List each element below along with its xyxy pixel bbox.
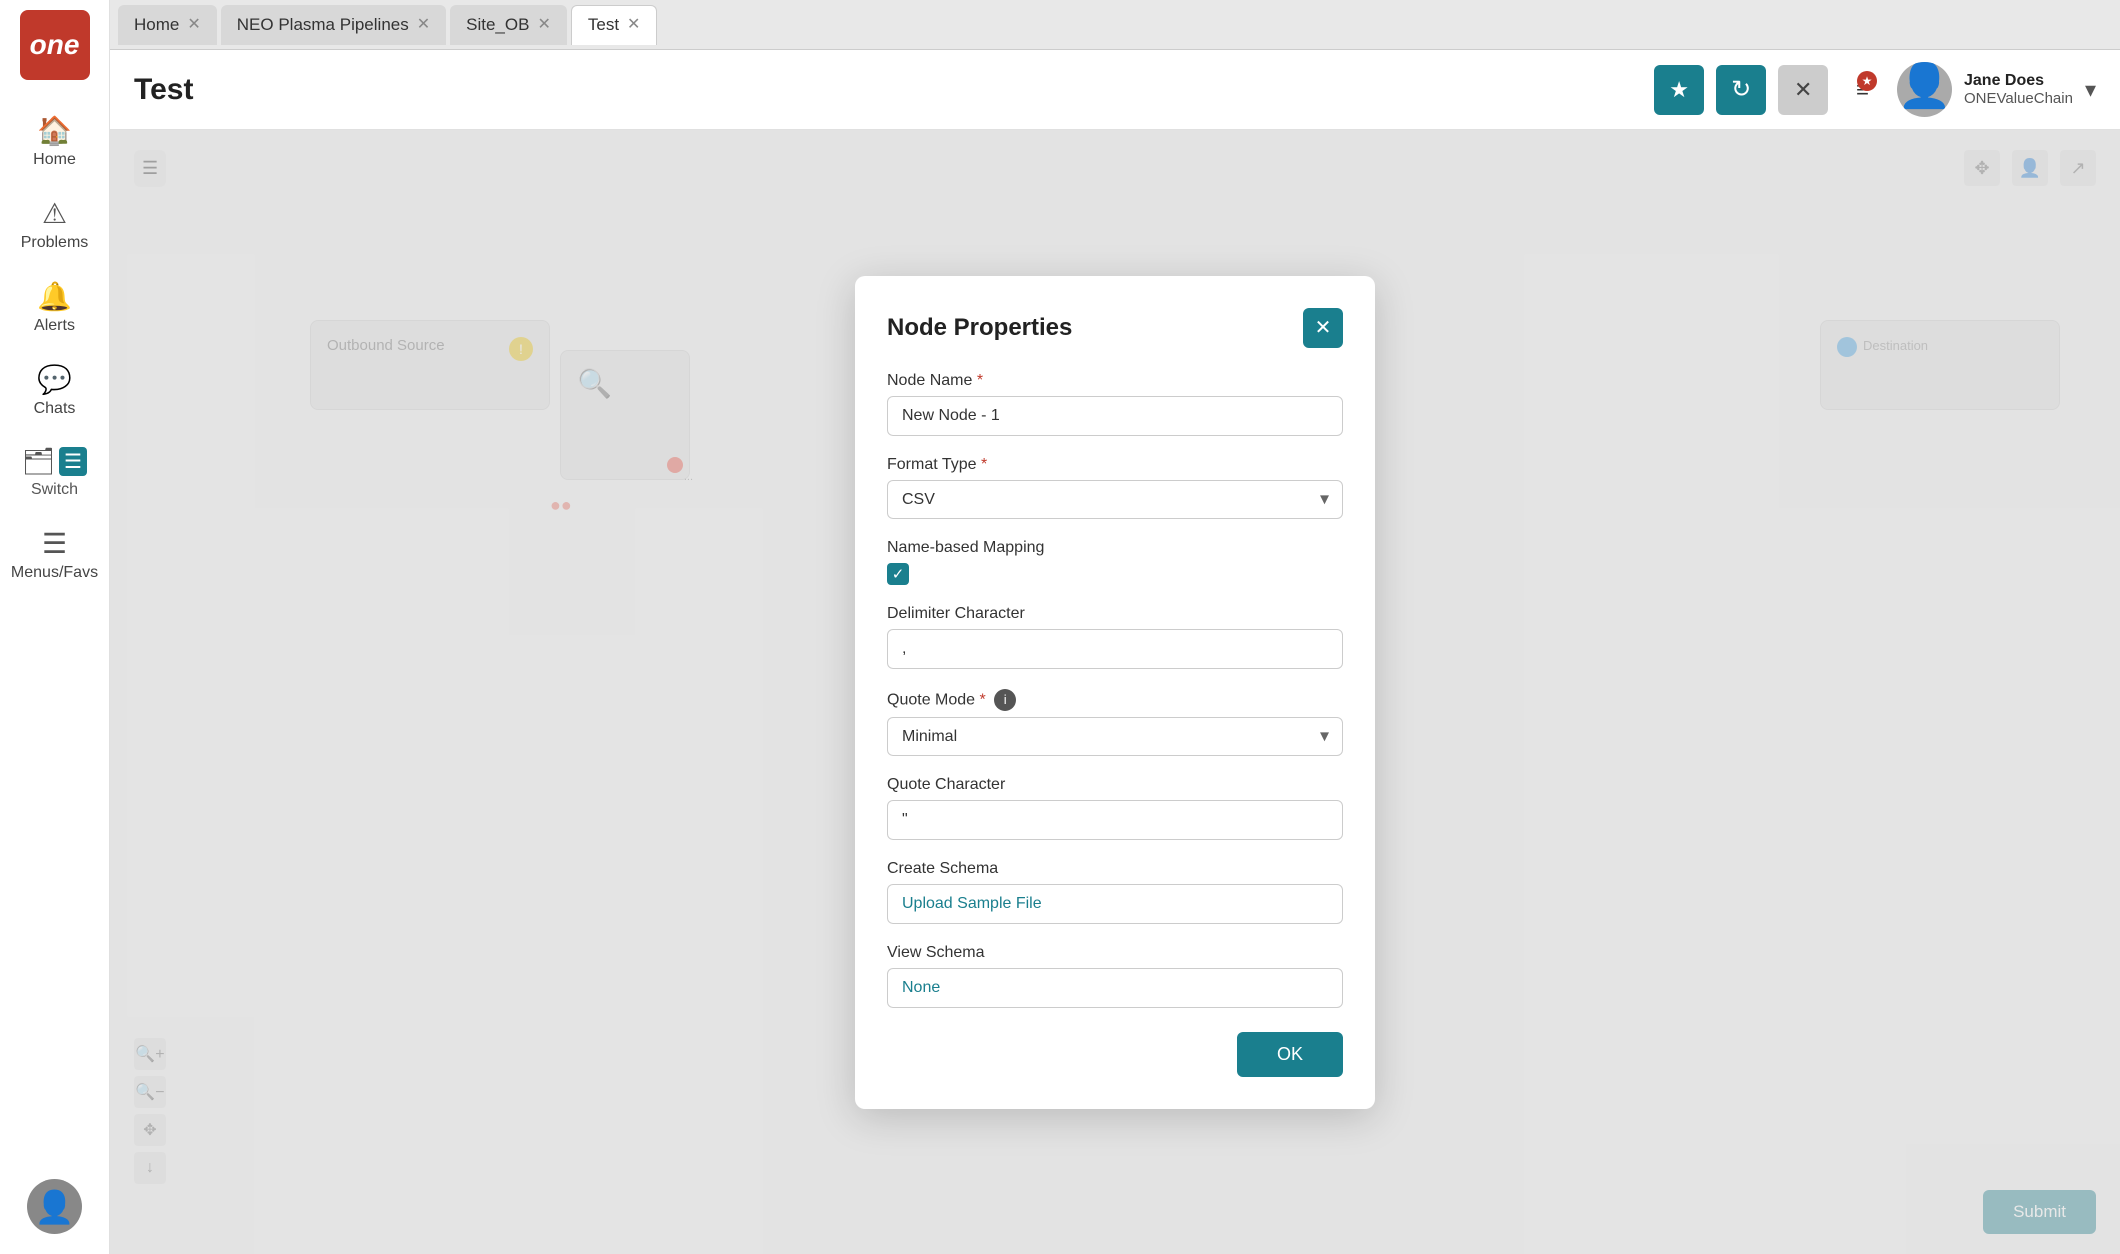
sidebar: one 🏠 Home ⚠ Problems 🔔 Alerts 💬 Chats 🗂… bbox=[0, 0, 110, 1254]
tab-bar: Home ✕ NEO Plasma Pipelines ✕ Site_OB ✕ … bbox=[110, 0, 2120, 50]
tab-neo[interactable]: NEO Plasma Pipelines ✕ bbox=[221, 5, 446, 45]
sidebar-item-menus[interactable]: ☰ Menus/Favs bbox=[0, 513, 109, 596]
sidebar-item-label-alerts: Alerts bbox=[34, 317, 75, 335]
sidebar-user-avatar[interactable]: 👤 bbox=[27, 1179, 82, 1234]
quote-character-group: Quote Character bbox=[887, 776, 1343, 840]
tab-home-close[interactable]: ✕ bbox=[187, 17, 200, 33]
quote-mode-group: Quote Mode * i Minimal All Non-Numeric N… bbox=[887, 689, 1343, 756]
sidebar-item-switch[interactable]: 🗂 ☰ Switch bbox=[0, 432, 109, 513]
tab-neo-close[interactable]: ✕ bbox=[417, 17, 430, 33]
quote-mode-label: Quote Mode * i bbox=[887, 689, 1343, 711]
app-logo[interactable]: one bbox=[20, 10, 90, 80]
view-schema-field: None bbox=[887, 968, 1343, 1008]
badge-star-icon: ★ bbox=[1862, 74, 1873, 88]
delimiter-character-input[interactable] bbox=[887, 629, 1343, 669]
star-icon: ★ bbox=[1669, 77, 1689, 103]
content-area: ☰ Outbound Source ! 🔍 ... Destination ●●… bbox=[110, 130, 2120, 1254]
node-name-label: Node Name * bbox=[887, 372, 1343, 390]
sidebar-item-chats[interactable]: 💬 Chats bbox=[0, 349, 109, 432]
checkbox-wrapper: ✓ bbox=[887, 563, 1343, 585]
sidebar-item-label-switch: Switch bbox=[31, 481, 78, 499]
refresh-button[interactable]: ↻ bbox=[1716, 65, 1766, 115]
upload-sample-file-link[interactable]: Upload Sample File bbox=[902, 895, 1042, 912]
sidebar-bottom: 👤 bbox=[27, 1179, 82, 1254]
create-schema-group: Create Schema Upload Sample File bbox=[887, 860, 1343, 924]
tab-home[interactable]: Home ✕ bbox=[118, 5, 217, 45]
modal-footer: OK bbox=[887, 1032, 1343, 1077]
modal-close-icon: ✕ bbox=[1315, 315, 1332, 340]
ok-button[interactable]: OK bbox=[1237, 1032, 1343, 1077]
name-based-mapping-label: Name-based Mapping bbox=[887, 539, 1343, 557]
user-avatar: 👤 bbox=[1897, 62, 1952, 117]
quote-character-label: Quote Character bbox=[887, 776, 1343, 794]
user-info: 👤 Jane Does ONEValueChain ▾ bbox=[1897, 62, 2096, 117]
tab-site-ob[interactable]: Site_OB ✕ bbox=[450, 5, 567, 45]
user-details: Jane Does ONEValueChain bbox=[1964, 72, 2073, 107]
user-dropdown-arrow[interactable]: ▾ bbox=[2085, 77, 2096, 103]
quote-mode-select[interactable]: Minimal All Non-Numeric None bbox=[887, 717, 1343, 756]
bell-icon: 🔔 bbox=[37, 280, 72, 313]
favorite-button[interactable]: ★ bbox=[1654, 65, 1704, 115]
node-name-group: Node Name * bbox=[887, 372, 1343, 436]
sidebar-item-label-chats: Chats bbox=[34, 400, 76, 418]
refresh-icon: ↻ bbox=[1731, 75, 1751, 104]
tab-test-close[interactable]: ✕ bbox=[627, 17, 640, 33]
main-content: Home ✕ NEO Plasma Pipelines ✕ Site_OB ✕ … bbox=[110, 0, 2120, 1254]
header-menu-button[interactable]: ≡ ★ bbox=[1856, 77, 1869, 103]
sidebar-item-label-home: Home bbox=[33, 151, 76, 169]
switch-icon-1: 🗂 bbox=[22, 446, 55, 477]
warning-icon: ⚠ bbox=[42, 197, 67, 230]
switch-icon-2: ☰ bbox=[59, 447, 87, 476]
modal-title: Node Properties bbox=[887, 314, 1072, 342]
user-org: ONEValueChain bbox=[1964, 90, 2073, 107]
name-based-mapping-group: Name-based Mapping ✓ bbox=[887, 539, 1343, 585]
quote-character-input[interactable] bbox=[887, 800, 1343, 840]
required-star-3: * bbox=[980, 691, 986, 708]
tab-neo-label: NEO Plasma Pipelines bbox=[237, 15, 409, 35]
sidebar-item-alerts[interactable]: 🔔 Alerts bbox=[0, 266, 109, 349]
view-schema-group: View Schema None bbox=[887, 944, 1343, 1008]
menu-icon: ☰ bbox=[42, 527, 67, 560]
header-actions: ★ ↻ ✕ ≡ ★ 👤 Jane Does ONEValueChai bbox=[1654, 62, 2096, 117]
logo-text: one bbox=[30, 29, 80, 61]
header-bar: Test ★ ↻ ✕ ≡ ★ 👤 Jane Do bbox=[110, 50, 2120, 130]
modal-overlay: Node Properties ✕ Node Name * bbox=[110, 130, 2120, 1254]
delimiter-character-group: Delimiter Character bbox=[887, 605, 1343, 669]
tab-test-label: Test bbox=[588, 15, 619, 35]
modal-close-button[interactable]: ✕ bbox=[1303, 308, 1343, 348]
tab-site-ob-close[interactable]: ✕ bbox=[537, 17, 550, 33]
sidebar-item-home[interactable]: 🏠 Home bbox=[0, 100, 109, 183]
required-star-2: * bbox=[981, 456, 987, 473]
tab-home-label: Home bbox=[134, 15, 179, 35]
quote-mode-select-wrapper: Minimal All Non-Numeric None bbox=[887, 717, 1343, 756]
close-icon: ✕ bbox=[1794, 77, 1812, 103]
modal-header: Node Properties ✕ bbox=[887, 308, 1343, 348]
sidebar-item-label-problems: Problems bbox=[21, 234, 89, 252]
chat-icon: 💬 bbox=[37, 363, 72, 396]
sidebar-item-label-menus: Menus/Favs bbox=[11, 564, 98, 582]
view-schema-label: View Schema bbox=[887, 944, 1343, 962]
tab-test[interactable]: Test ✕ bbox=[571, 5, 658, 45]
node-name-input[interactable] bbox=[887, 396, 1343, 436]
view-schema-value: None bbox=[902, 979, 940, 996]
format-type-select-wrapper: CSV JSON XML Parquet bbox=[887, 480, 1343, 519]
name-based-mapping-checkbox[interactable]: ✓ bbox=[887, 563, 909, 585]
sidebar-item-problems[interactable]: ⚠ Problems bbox=[0, 183, 109, 266]
home-icon: 🏠 bbox=[37, 114, 72, 147]
delimiter-character-label: Delimiter Character bbox=[887, 605, 1343, 623]
tab-site-ob-label: Site_OB bbox=[466, 15, 529, 35]
page-title: Test bbox=[134, 73, 1654, 107]
create-schema-field: Upload Sample File bbox=[887, 884, 1343, 924]
format-type-label: Format Type * bbox=[887, 456, 1343, 474]
format-type-select[interactable]: CSV JSON XML Parquet bbox=[887, 480, 1343, 519]
required-star: * bbox=[977, 372, 983, 389]
header-close-button[interactable]: ✕ bbox=[1778, 65, 1828, 115]
format-type-group: Format Type * CSV JSON XML Parquet bbox=[887, 456, 1343, 519]
notification-badge: ★ bbox=[1857, 71, 1877, 91]
create-schema-label: Create Schema bbox=[887, 860, 1343, 878]
checkmark-icon: ✓ bbox=[892, 565, 905, 583]
user-name: Jane Does bbox=[1964, 72, 2073, 90]
quote-mode-info-icon[interactable]: i bbox=[994, 689, 1016, 711]
node-properties-modal: Node Properties ✕ Node Name * bbox=[855, 276, 1375, 1109]
